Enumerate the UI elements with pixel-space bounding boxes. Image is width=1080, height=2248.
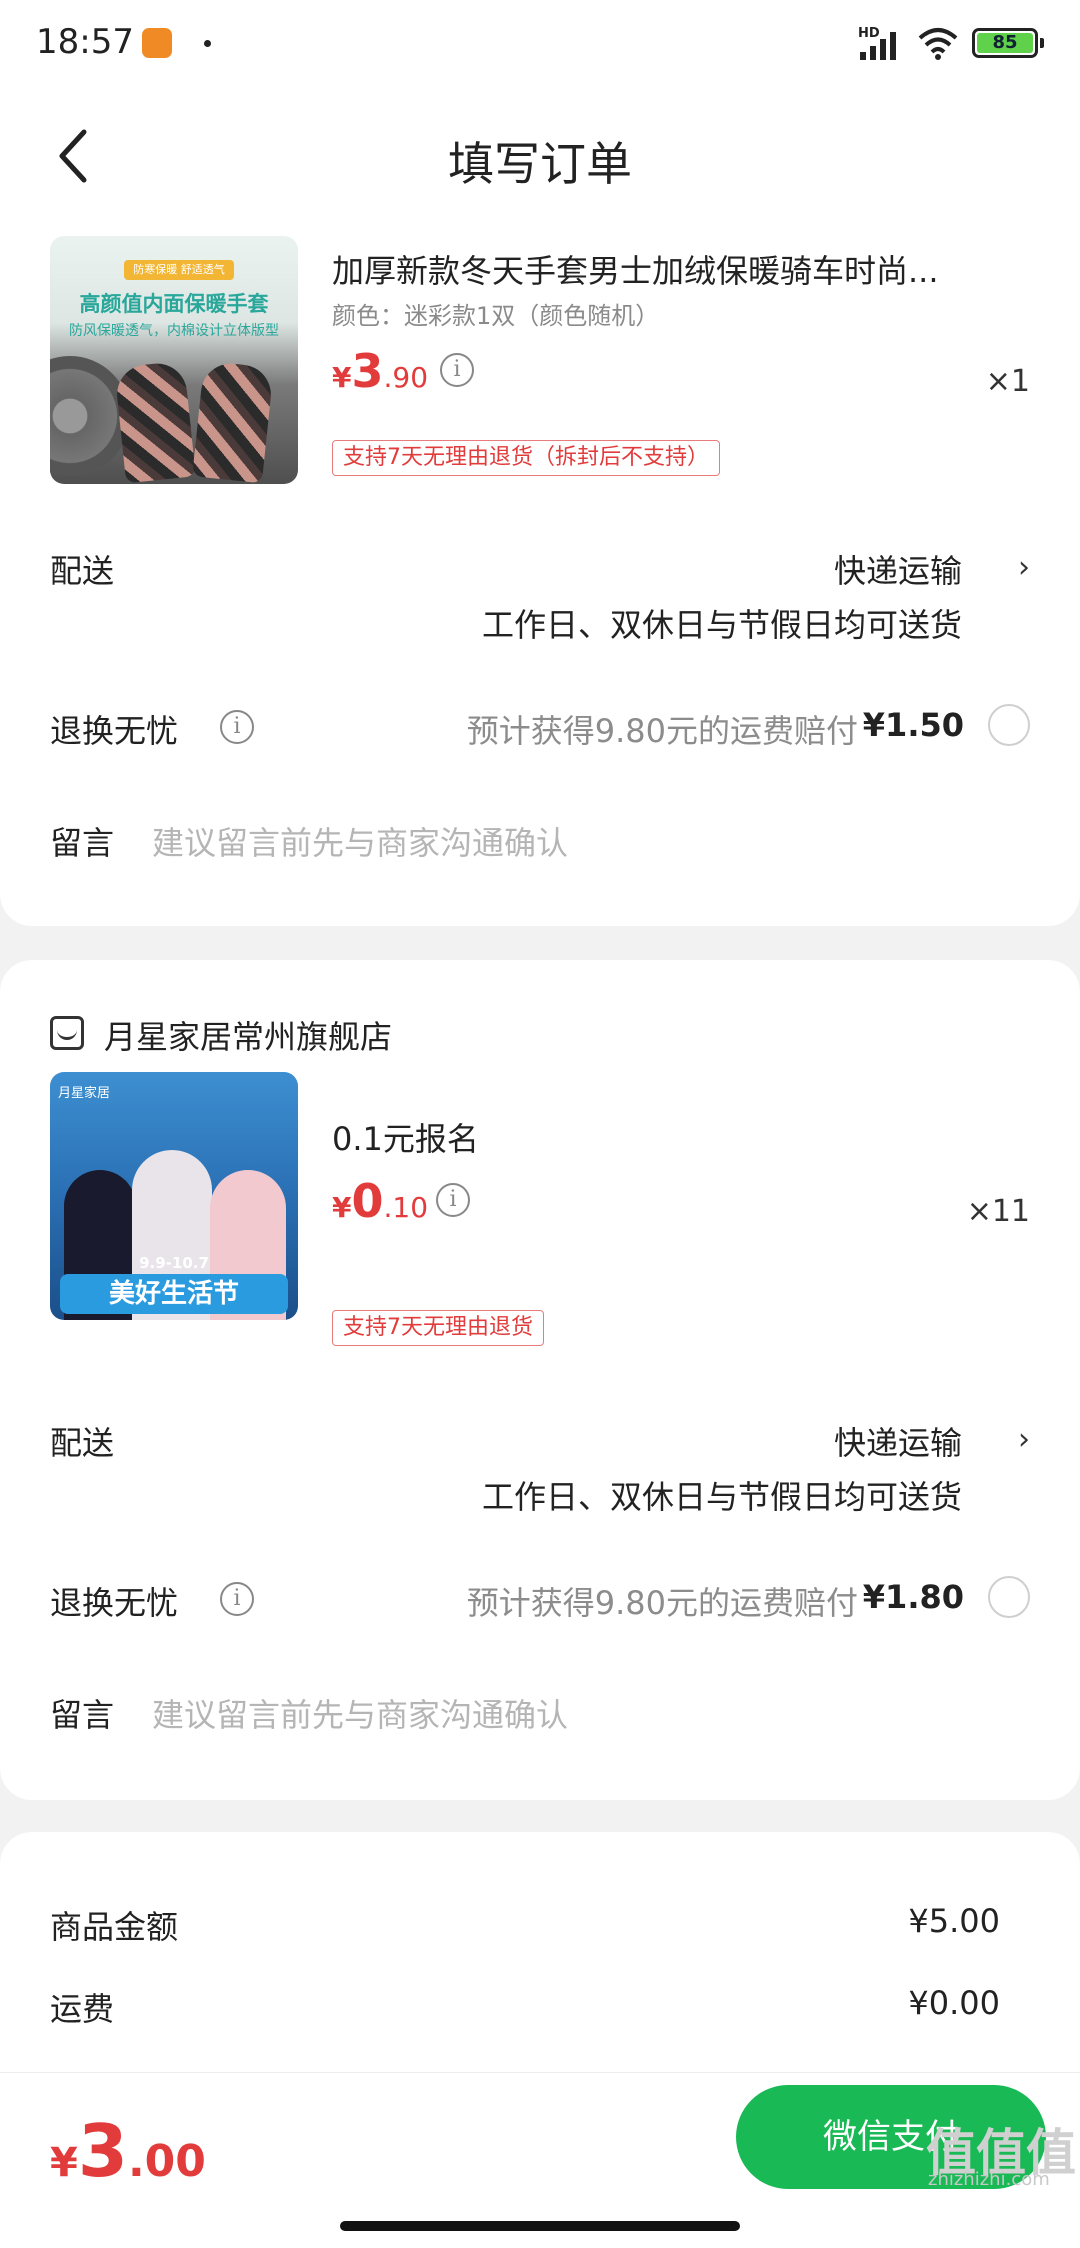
price-currency: ¥ (332, 361, 352, 394)
chevron-right-icon[interactable]: › (1018, 1422, 1030, 1457)
product-title[interactable]: 加厚新款冬天手套男士加绒保暖骑车时尚... (332, 246, 1032, 292)
thumb-tag: 防寒保暖 舒适透气 (124, 260, 234, 280)
price-summary-card: 商品金额 ¥5.00 运费 ¥0.00 (0, 1832, 1080, 2072)
checkout-bar: ¥3.00 微信支付 值值值 zhizhizhi.com (0, 2072, 1080, 2248)
status-time: 18:57 (36, 22, 134, 62)
message-input[interactable]: 建议留言前先与商家沟通确认 (152, 818, 568, 864)
store-icon (50, 1016, 84, 1050)
delivery-note: 工作日、双休日与节假日均可送货 (481, 1478, 962, 1516)
info-icon[interactable]: i (220, 1582, 254, 1616)
return-insurance-label: 退换无忧 (50, 712, 179, 750)
product-thumbnail[interactable]: 月星家居 9.9-10.7 美好生活节 (50, 1072, 298, 1320)
product-quantity: ×1 (985, 364, 1030, 399)
chevron-right-icon[interactable]: › (1018, 550, 1030, 585)
message-label: 留言 (50, 1696, 115, 1734)
goods-amount-value: ¥5.00 (908, 1902, 1000, 1940)
price-integer: 0 (351, 1174, 384, 1228)
shipping-fee-value: ¥0.00 (908, 1984, 1000, 2022)
gear-image (50, 356, 130, 476)
return-policy-tag: 支持7天无理由退货 (332, 1310, 544, 1346)
wifi-icon (918, 28, 958, 60)
order-card-2: 月星家居常州旗舰店 月星家居 9.9-10.7 美好生活节 0.1元报名 ¥0.… (0, 960, 1080, 1800)
thumb-date: 9.9-10.7 (139, 1254, 209, 1272)
return-insurance-desc: 预计获得9.80元的运费赔付 (466, 712, 858, 750)
product-price: ¥3.90 (332, 344, 428, 398)
info-icon[interactable]: i (220, 710, 254, 744)
glove-image-left (114, 360, 196, 484)
thumb-subtitle: 防风保暖透气，内棉设计立体版型 (69, 323, 279, 339)
battery-level: 85 (977, 33, 1033, 53)
return-insurance-fee: ¥1.80 (862, 1578, 964, 1616)
return-insurance-radio[interactable] (988, 704, 1030, 746)
page-header: 填写订单 (0, 90, 1080, 220)
delivery-label: 配送 (50, 1424, 115, 1462)
thumb-banner: 美好生活节 (60, 1274, 288, 1314)
store-name[interactable]: 月星家居常州旗舰店 (104, 1012, 392, 1058)
return-insurance-desc: 预计获得9.80元的运费赔付 (466, 1584, 858, 1622)
product-thumbnail[interactable]: 防寒保暖 舒适透气 高颜值内面保暖手套 防风保暖透气，内棉设计立体版型 (50, 236, 298, 484)
price-decimal: .90 (383, 361, 429, 394)
message-input[interactable]: 建议留言前先与商家沟通确认 (152, 1690, 568, 1736)
price-currency: ¥ (332, 1191, 352, 1224)
return-insurance-fee: ¥1.50 (862, 706, 964, 744)
return-insurance-label: 退换无忧 (50, 1584, 179, 1622)
delivery-label: 配送 (50, 552, 115, 590)
product-quantity: ×11 (966, 1194, 1030, 1229)
goods-amount-label: 商品金额 (50, 1908, 179, 1946)
return-insurance-radio[interactable] (988, 1576, 1030, 1618)
shipping-fee-label: 运费 (50, 1990, 115, 2028)
order-card-1: 防寒保暖 舒适透气 高颜值内面保暖手套 防风保暖透气，内棉设计立体版型 加厚新款… (0, 220, 1080, 926)
page-title: 填写订单 (448, 137, 632, 191)
home-indicator[interactable] (340, 2221, 740, 2231)
product-spec: 颜色：迷彩款1双（颜色随机） (332, 302, 660, 330)
total-currency: ¥ (50, 2140, 78, 2186)
watermark-text: zhizhizhi.com (928, 2169, 1050, 2190)
total-price: ¥3.00 (50, 2109, 206, 2193)
signal-icon (860, 32, 896, 60)
price-integer: 3 (351, 344, 384, 398)
thumb-heading: 高颜值内面保暖手套 (79, 292, 269, 316)
delivery-method[interactable]: 快递运输 (834, 1418, 962, 1464)
delivery-method[interactable]: 快递运输 (834, 546, 962, 592)
notification-dot-icon (204, 40, 211, 47)
info-icon[interactable]: i (436, 1183, 470, 1217)
total-decimal: .00 (127, 2136, 206, 2187)
product-title[interactable]: 0.1元报名 (332, 1114, 1032, 1160)
delivery-note: 工作日、双休日与节假日均可送货 (481, 606, 962, 644)
total-integer: 3 (77, 2109, 128, 2193)
status-bar: 18:57 HD 85 (0, 0, 1080, 90)
battery-icon: 85 (972, 28, 1044, 58)
info-icon[interactable]: i (440, 353, 474, 387)
price-decimal: .10 (383, 1191, 429, 1224)
uc-browser-icon (142, 28, 172, 58)
return-policy-tag: 支持7天无理由退货（拆封后不支持） (332, 440, 720, 476)
product-price: ¥0.10 (332, 1174, 428, 1228)
message-label: 留言 (50, 824, 115, 862)
thumb-brand: 月星家居 (58, 1086, 111, 1101)
glove-image-right (192, 360, 274, 484)
